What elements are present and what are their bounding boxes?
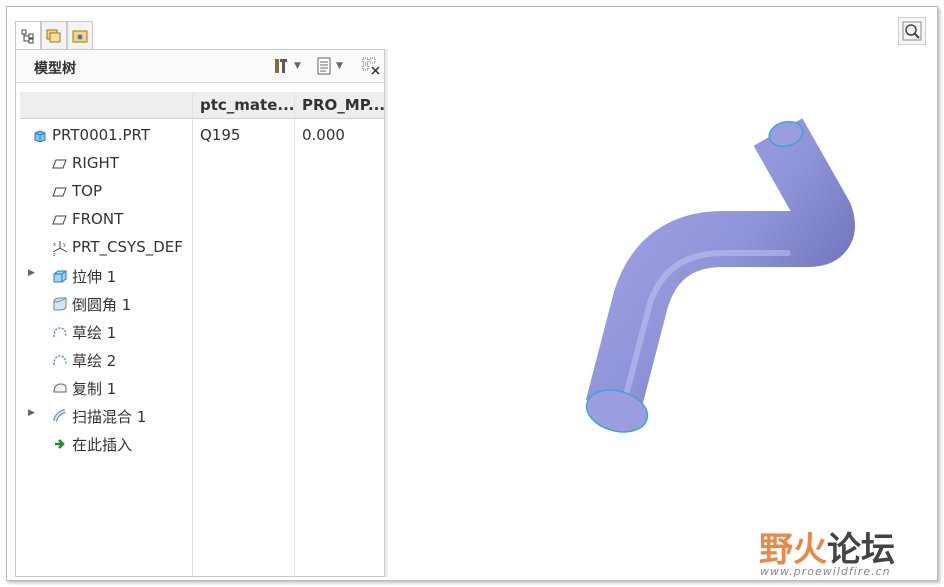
tree-row[interactable]: 草绘 1: [16, 318, 384, 346]
sketch-icon: [52, 352, 68, 368]
tree-row-label: 在此插入: [72, 436, 133, 454]
tree-row[interactable]: ▶ 拉伸 1: [16, 262, 384, 290]
extrude-icon: [52, 268, 68, 284]
watermark-logo: 野火论坛: [759, 530, 895, 570]
tree-row-label: PRT_CSYS_DEF: [72, 238, 183, 256]
mp-cell: 0.000: [302, 126, 345, 144]
tree-row[interactable]: x y z PRT_CSYS_DEF: [16, 234, 384, 262]
show-options-button[interactable]: ▼: [316, 56, 343, 76]
csys-icon: x y z: [52, 240, 68, 258]
tree-row[interactable]: 草绘 2: [16, 346, 384, 374]
tree-row[interactable]: 复制 1: [16, 374, 384, 402]
datum-plane-icon: [52, 212, 68, 228]
copy-surface-icon: [52, 380, 68, 396]
svg-text:x: x: [53, 242, 56, 248]
list-document-icon: [317, 57, 331, 75]
expand-arrow-icon[interactable]: ▶: [28, 268, 35, 278]
tree-row-label: 拉伸 1: [72, 268, 117, 286]
model-tree-icon: [21, 29, 34, 44]
column-header-mp[interactable]: PRO_MP...: [302, 92, 386, 118]
tree-row-label: 草绘 1: [72, 324, 117, 342]
application-window: 模型树 ▼ ▼ ptc_mate... PRO_MP... PRT0001.PR…: [6, 6, 938, 581]
tab-folder-browser[interactable]: [41, 21, 67, 49]
column-header-material[interactable]: ptc_mate...: [200, 92, 296, 118]
round-icon: [52, 296, 68, 312]
tree-row-label: FRONT: [72, 210, 124, 228]
favorites-folder-icon: [72, 30, 88, 42]
tree-row[interactable]: ▶ 扫描混合 1: [16, 402, 384, 430]
expand-arrow-icon[interactable]: ▶: [28, 408, 35, 418]
part-icon: [32, 128, 48, 144]
insert-here-icon: [52, 436, 68, 452]
tree-row-label: 复制 1: [72, 380, 117, 398]
model-tree-header: 模型树 ▼ ▼: [16, 50, 384, 83]
watermark-url: www.proewildfire.cn: [760, 565, 891, 578]
panel-title: 模型树: [34, 61, 76, 77]
svg-text:y: y: [63, 242, 66, 248]
material-cell: Q195: [200, 126, 241, 144]
tree-row-label: 扫描混合 1: [72, 408, 147, 426]
datum-plane-icon: [52, 184, 68, 200]
tree-row-label: TOP: [72, 182, 103, 200]
chevron-down-icon: ▼: [294, 61, 301, 71]
tree-filter-icon: [362, 57, 380, 75]
tree-row-label: RIGHT: [72, 154, 119, 172]
swept-blend-icon: [52, 408, 68, 424]
svg-text:z: z: [53, 252, 56, 256]
sketch-icon: [52, 324, 68, 340]
tree-row-label: 倒圆角 1: [72, 296, 132, 314]
folder-stack-icon: [46, 29, 61, 42]
tree-row[interactable]: FRONT: [16, 206, 384, 234]
model-tree-panel: 模型树 ▼ ▼ ptc_mate... PRO_MP... PRT0001.PR…: [15, 49, 386, 578]
tools-icon: [275, 59, 287, 73]
tree-row[interactable]: 倒圆角 1: [16, 290, 384, 318]
settings-tool-button[interactable]: ▼: [272, 56, 301, 76]
pipe-model[interactable]: [388, 7, 937, 580]
tree-row-label: PRT0001.PRT: [52, 126, 151, 144]
pipe-body[interactable]: [585, 118, 855, 415]
graphics-viewport[interactable]: 野火论坛 www.proewildfire.cn: [388, 7, 937, 580]
tree-column-header: ptc_mate... PRO_MP...: [20, 92, 386, 119]
tree-row[interactable]: RIGHT: [16, 150, 384, 178]
tree-row[interactable]: PRT0001.PRT Q195 0.000: [16, 122, 384, 150]
tree-filter-button[interactable]: [362, 56, 380, 76]
tree-row[interactable]: TOP: [16, 178, 384, 206]
datum-plane-icon: [52, 156, 68, 172]
tab-favorites[interactable]: [67, 21, 93, 49]
tree-row[interactable]: 在此插入: [16, 430, 384, 458]
chevron-down-icon: ▼: [336, 61, 343, 71]
tab-model-tree[interactable]: [15, 21, 41, 50]
tree-row-label: 草绘 2: [72, 352, 117, 370]
